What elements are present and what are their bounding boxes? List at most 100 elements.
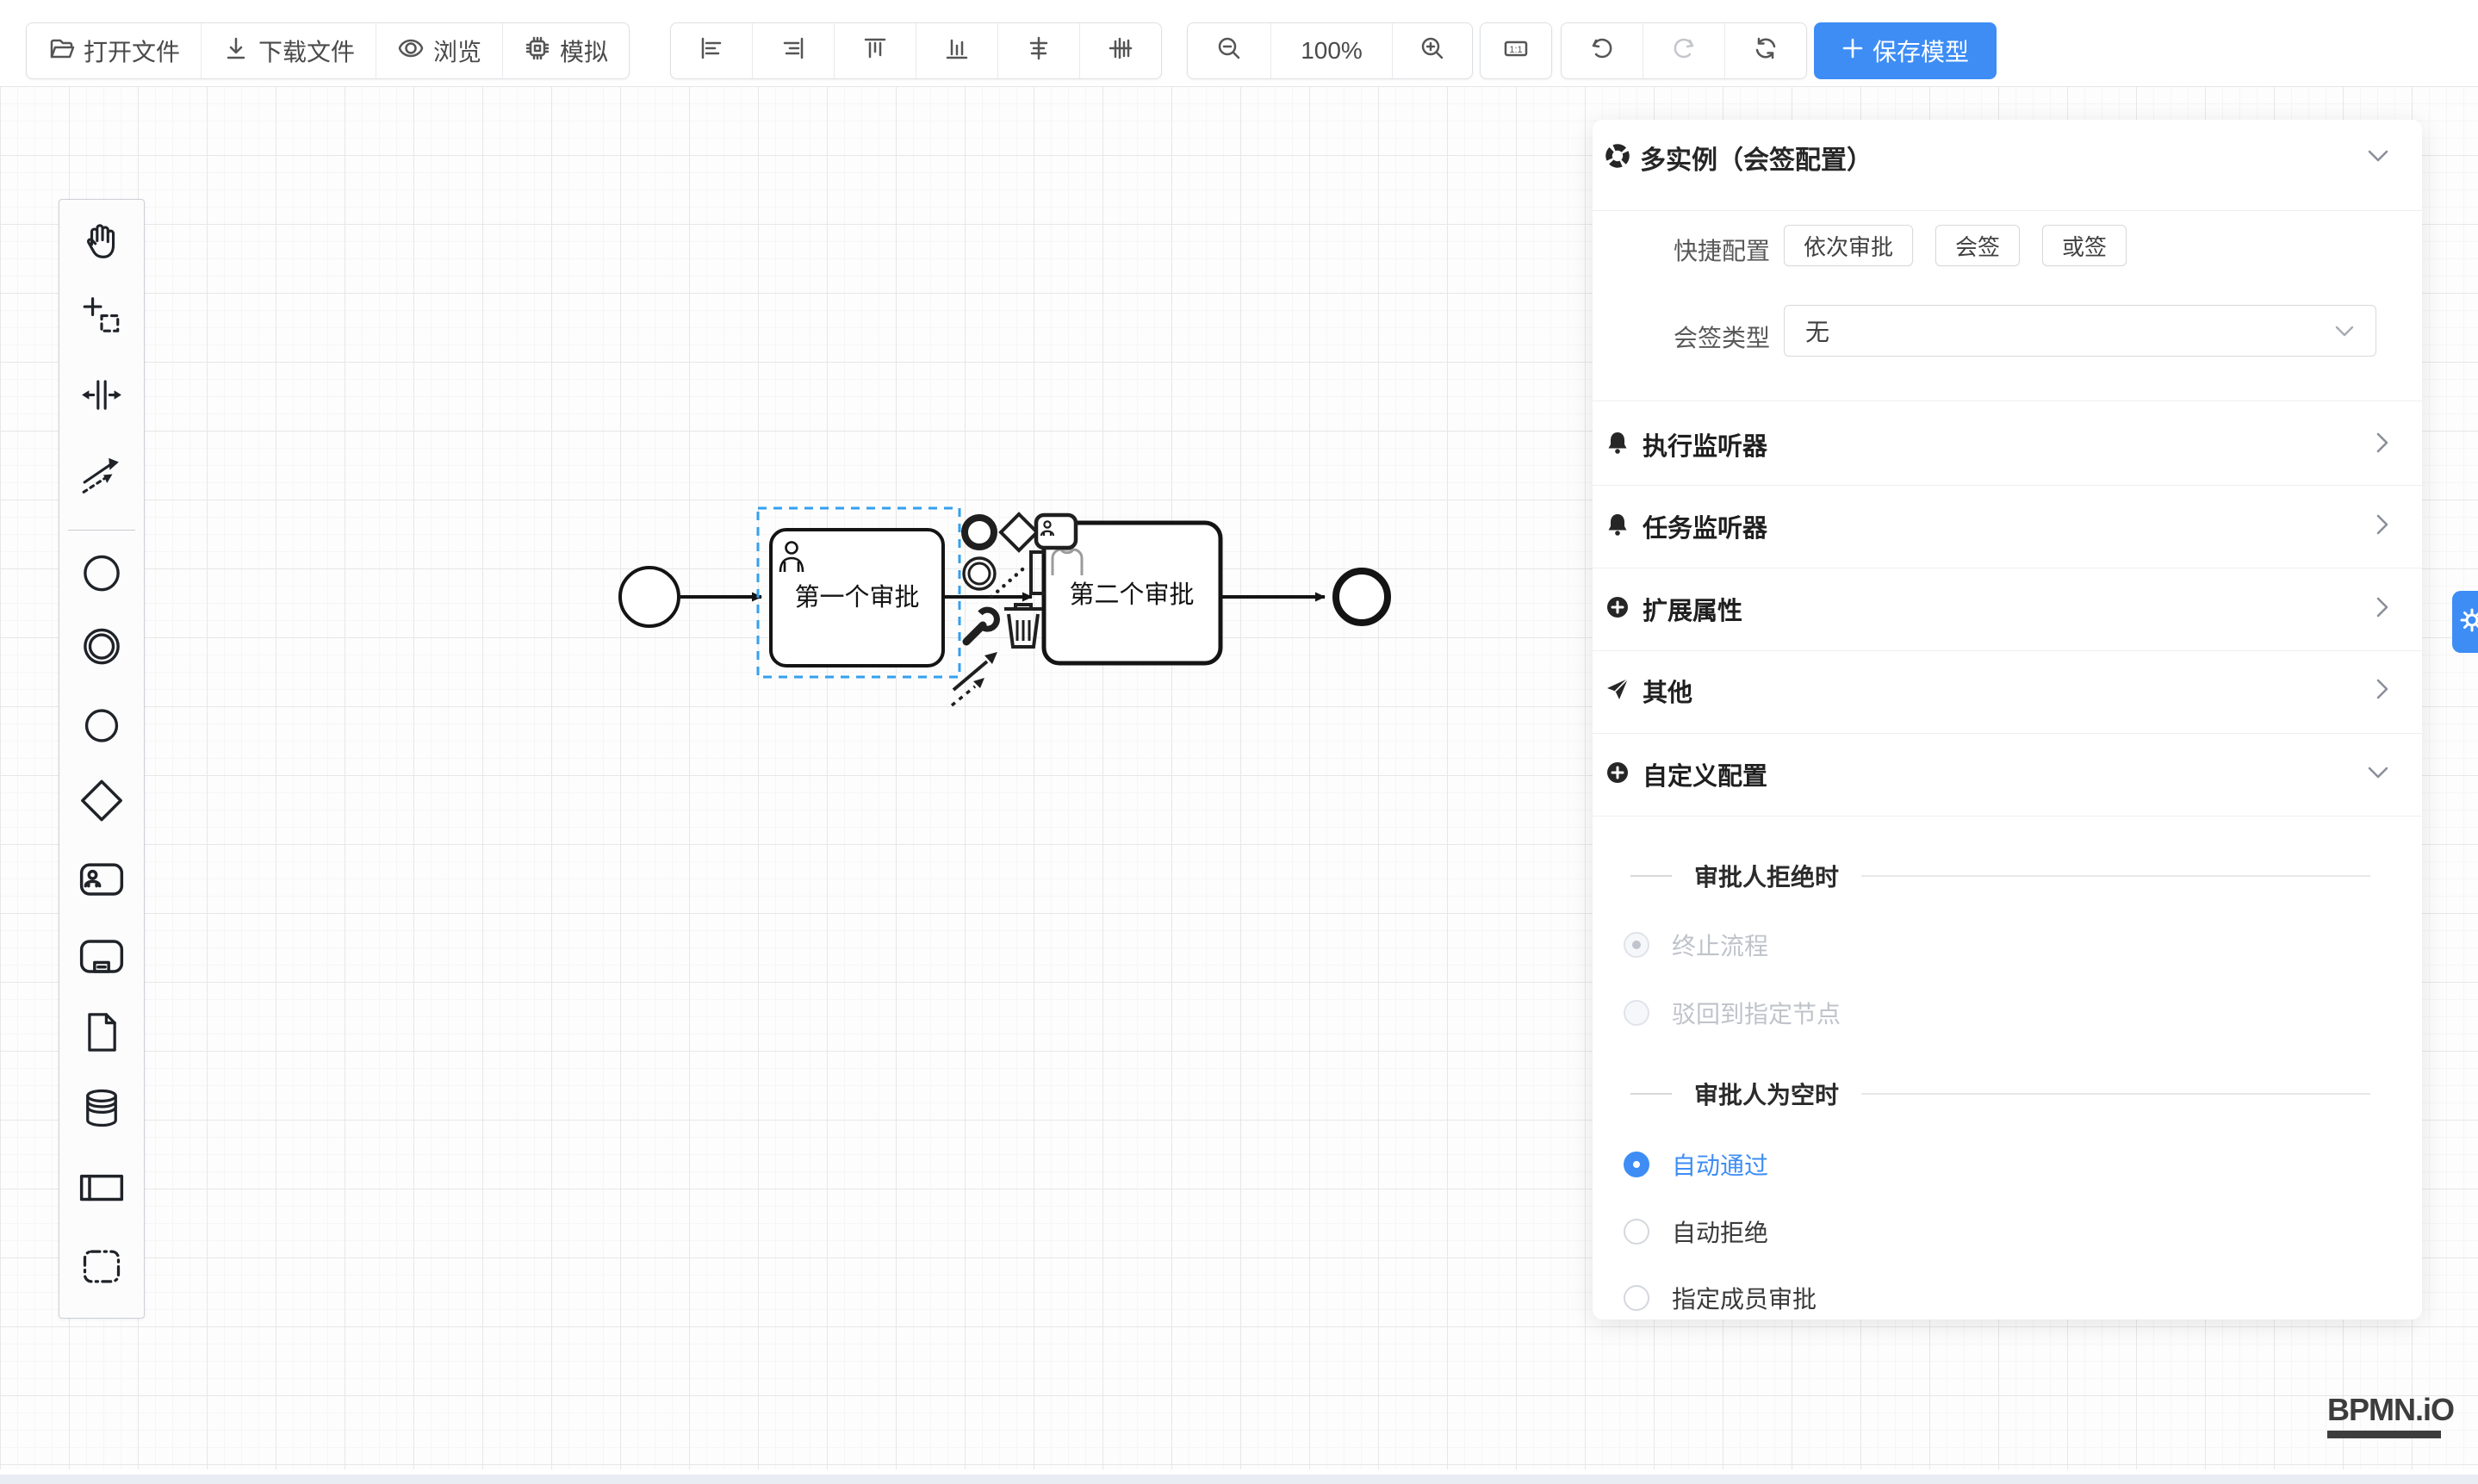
create-gateway[interactable] xyxy=(78,777,126,829)
chevron-right-icon xyxy=(2376,596,2389,623)
align-bottom-button[interactable] xyxy=(916,23,998,78)
chip-icon xyxy=(524,34,551,68)
create-user-task[interactable] xyxy=(78,855,126,908)
file-toolbar-group: 打开文件 下载文件 浏览 模拟 xyxy=(26,22,630,79)
reject-heading: 审批人拒绝时 xyxy=(1630,857,2370,895)
create-start-event[interactable] xyxy=(78,550,125,601)
countersign-button[interactable]: 会签 xyxy=(1935,225,2020,266)
connect-tool-icon[interactable] xyxy=(952,652,997,705)
create-data-store[interactable] xyxy=(79,1086,124,1135)
radio-icon xyxy=(1624,932,1649,958)
lasso-tool[interactable] xyxy=(80,295,123,342)
multi-instance-icon xyxy=(1604,142,1631,174)
simulate-button[interactable]: 模拟 xyxy=(503,23,629,78)
settings-tab[interactable] xyxy=(2452,591,2478,653)
radio-assign-member[interactable]: 指定成员审批 xyxy=(1624,1279,1817,1317)
delete-trash-icon[interactable] xyxy=(1004,605,1042,647)
radio-auto-reject[interactable]: 自动拒绝 xyxy=(1624,1213,1768,1251)
radio-icon xyxy=(1624,1000,1649,1026)
horizontal-scrollbar[interactable] xyxy=(0,1475,2478,1484)
section-task-listener[interactable]: 任务监听器 xyxy=(1605,499,2389,554)
align-top-button[interactable] xyxy=(835,23,916,78)
simulate-label: 模拟 xyxy=(560,34,608,68)
append-text-annotation-icon[interactable] xyxy=(991,552,1045,597)
hand-tool[interactable] xyxy=(80,219,123,266)
section-custom-config[interactable]: 自定义配置 xyxy=(1605,747,2389,802)
download-icon xyxy=(222,34,250,68)
align-right-button[interactable] xyxy=(753,23,835,78)
radio-icon xyxy=(1624,1219,1649,1245)
global-connect-tool[interactable] xyxy=(80,453,123,500)
divider xyxy=(1593,816,2422,817)
append-end-event-icon[interactable] xyxy=(965,518,994,547)
create-intermediate-event[interactable] xyxy=(78,624,125,674)
section-extended-properties[interactable]: 扩展属性 xyxy=(1605,581,2389,636)
one-to-one-icon: 1:1 xyxy=(1501,34,1531,68)
multi-instance-header[interactable]: 多实例（会签配置） xyxy=(1593,133,2422,182)
align-bottom-icon xyxy=(943,34,971,68)
change-type-wrench-icon[interactable] xyxy=(966,610,997,642)
bell-icon xyxy=(1605,430,1630,460)
reset-zoom-group: 1:1 xyxy=(1480,22,1552,79)
end-event[interactable] xyxy=(1336,571,1388,623)
bpmn-editor: 打开文件 下载文件 浏览 模拟 xyxy=(0,0,2478,1484)
save-model-button[interactable]: 保存模型 xyxy=(1814,22,1997,79)
redo-icon xyxy=(1670,34,1698,68)
svg-text:1:1: 1:1 xyxy=(1509,45,1522,55)
create-group[interactable] xyxy=(79,1245,124,1294)
create-data-object[interactable] xyxy=(79,1010,124,1059)
start-event[interactable] xyxy=(620,568,679,626)
align-left-button[interactable] xyxy=(671,23,753,78)
divider xyxy=(1593,485,2422,486)
zoom-in-button[interactable] xyxy=(1393,23,1472,78)
sign-type-select[interactable]: 无 xyxy=(1784,305,2376,357)
task2-label: 第二个审批 xyxy=(1069,581,1194,609)
distribute-vertical-button[interactable] xyxy=(1080,23,1161,78)
preview-button[interactable]: 浏览 xyxy=(376,23,503,78)
chevron-right-icon xyxy=(2376,432,2389,458)
redo-button[interactable] xyxy=(1643,23,1725,78)
undo-button[interactable] xyxy=(1562,23,1643,78)
bpmn-io-logo[interactable]: BPMN.iO xyxy=(2327,1392,2441,1438)
download-file-button[interactable]: 下载文件 xyxy=(202,23,376,78)
section-other[interactable]: 其他 xyxy=(1605,663,2389,718)
zoom-level[interactable]: 100% xyxy=(1271,23,1393,78)
distribute-horizontal-button[interactable] xyxy=(998,23,1080,78)
reset-zoom-button[interactable]: 1:1 xyxy=(1481,23,1551,78)
radio-terminate-process[interactable]: 终止流程 xyxy=(1624,926,1768,964)
create-end-event[interactable] xyxy=(78,703,125,754)
append-gateway-icon[interactable] xyxy=(1001,514,1037,550)
open-file-button[interactable]: 打开文件 xyxy=(27,23,202,78)
zoom-toolbar-group: 100% xyxy=(1187,22,1473,79)
zoom-in-icon xyxy=(1419,34,1446,68)
quick-config-buttons: 依次审批 会签 或签 xyxy=(1784,225,2149,266)
create-participant[interactable] xyxy=(78,1164,126,1216)
plus-icon xyxy=(1841,37,1864,65)
chevron-down-icon xyxy=(2334,317,2355,345)
empty-approver-heading: 审批人为空时 xyxy=(1630,1075,2370,1113)
palette-separator xyxy=(68,530,135,531)
radio-auto-pass[interactable]: 自动通过 xyxy=(1624,1146,1768,1183)
zoom-level-value: 100% xyxy=(1301,37,1363,65)
chevron-right-icon xyxy=(2376,513,2389,540)
or-sign-button[interactable]: 或签 xyxy=(2042,225,2127,266)
space-tool[interactable] xyxy=(80,374,123,421)
zoom-out-button[interactable] xyxy=(1188,23,1271,78)
panel-title: 多实例（会签配置） xyxy=(1640,139,1872,177)
save-model-label: 保存模型 xyxy=(1872,34,1969,68)
refresh-button[interactable] xyxy=(1725,23,1806,78)
send-icon xyxy=(1605,676,1630,706)
align-right-icon xyxy=(779,34,807,68)
create-subprocess[interactable] xyxy=(78,933,126,985)
user-task-1[interactable]: 第一个审批 xyxy=(771,530,943,666)
properties-panel: 多实例（会签配置） 快捷配置 依次审批 会签 或签 会签类型 无 执行监听器 任… xyxy=(1593,120,2422,1319)
append-user-task-icon[interactable] xyxy=(1036,515,1076,548)
radio-return-to-node[interactable]: 驳回到指定节点 xyxy=(1624,994,1841,1032)
plus-circle-icon xyxy=(1605,760,1630,790)
sign-type-value: 无 xyxy=(1805,314,2334,348)
gear-icon xyxy=(2457,605,2478,639)
align-toolbar-group xyxy=(670,22,1162,79)
sequential-approve-button[interactable]: 依次审批 xyxy=(1784,225,1913,266)
divider xyxy=(1593,210,2422,211)
section-execution-listener[interactable]: 执行监听器 xyxy=(1605,417,2389,472)
